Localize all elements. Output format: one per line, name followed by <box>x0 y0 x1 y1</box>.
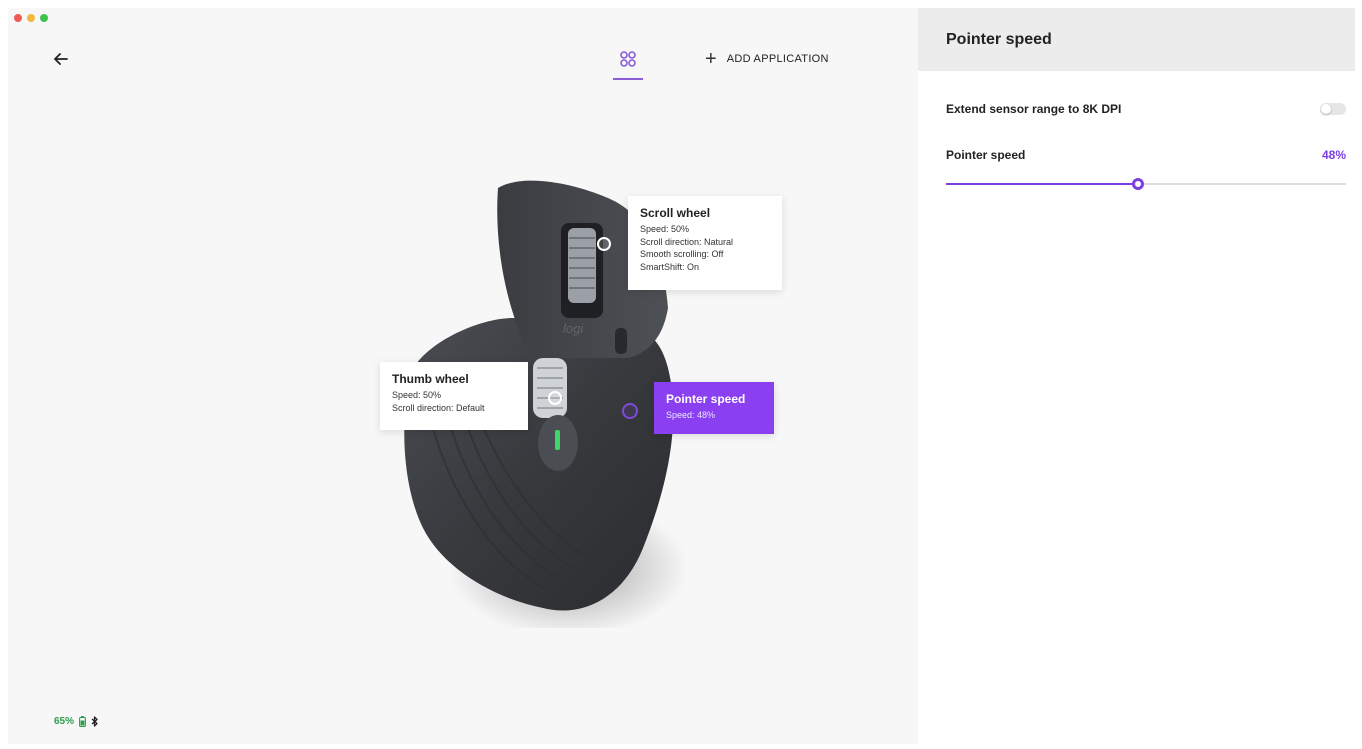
pointer-speed-slider[interactable] <box>946 178 1346 190</box>
thumb-wheel-direction: Scroll direction: Default <box>392 402 485 413</box>
add-application-label: ADD APPLICATION <box>726 53 829 65</box>
device-tab[interactable] <box>613 48 643 80</box>
pointer-speed-hotspot[interactable] <box>622 403 638 419</box>
pointer-speed-callout-title: Pointer speed <box>666 392 746 406</box>
svg-text:logi: logi <box>563 321 584 336</box>
battery-status: 65% <box>54 716 98 727</box>
pointer-speed-callout-value: Speed: 48% <box>666 410 716 420</box>
pointer-speed-callout[interactable]: Pointer speed Speed: 48% <box>654 382 774 434</box>
bluetooth-icon <box>91 716 98 727</box>
panel-header: Pointer speed <box>918 8 1355 71</box>
arrow-left-icon <box>54 53 68 65</box>
app-window: + ADD APPLICATION logi Scroll wheel Spee… <box>8 8 1355 744</box>
back-button[interactable] <box>50 48 72 70</box>
pointer-speed-label: Pointer speed <box>946 148 1026 162</box>
panel-title: Pointer speed <box>946 30 1052 48</box>
extend-sensor-row: Extend sensor range to 8K DPI <box>946 102 1346 116</box>
scroll-wheel-callout[interactable]: Scroll wheel Speed: 50% Scroll direction… <box>628 196 782 290</box>
toggle-knob <box>1321 104 1331 114</box>
scroll-wheel-speed: Speed: 50% <box>640 224 690 234</box>
pointer-speed-row: Pointer speed 48% <box>946 148 1346 162</box>
active-tab-indicator <box>613 78 643 80</box>
extend-sensor-label: Extend sensor range to 8K DPI <box>946 102 1122 116</box>
battery-icon <box>79 716 86 727</box>
close-window-button[interactable] <box>14 14 22 22</box>
plus-icon: + <box>705 48 717 70</box>
scroll-wheel-direction: Scroll direction: Natural <box>640 236 734 247</box>
device-grid-icon <box>620 51 636 67</box>
thumb-wheel-hotspot[interactable] <box>548 391 562 405</box>
battery-percent: 65% <box>54 716 75 727</box>
slider-thumb[interactable] <box>1132 178 1144 190</box>
thumb-wheel-title: Thumb wheel <box>392 372 469 386</box>
pointer-speed-value: 48% <box>1321 148 1346 162</box>
slider-fill <box>946 183 1138 185</box>
add-application-button[interactable]: + ADD APPLICATION <box>705 48 829 70</box>
window-controls <box>14 14 48 22</box>
maximize-window-button[interactable] <box>40 14 48 22</box>
thumb-wheel-speed: Speed: 50% <box>392 390 442 400</box>
minimize-window-button[interactable] <box>27 14 35 22</box>
scroll-wheel-smartshift: SmartShift: On <box>640 261 700 272</box>
thumb-wheel-callout[interactable]: Thumb wheel Speed: 50% Scroll direction:… <box>380 362 528 430</box>
extend-sensor-toggle[interactable] <box>1320 103 1346 115</box>
scroll-wheel-hotspot[interactable] <box>597 237 611 251</box>
scroll-wheel-title: Scroll wheel <box>640 206 711 220</box>
settings-panel: Pointer speed Extend sensor range to 8K … <box>918 8 1355 744</box>
scroll-wheel-smooth: Smooth scrolling: Off <box>640 249 724 259</box>
